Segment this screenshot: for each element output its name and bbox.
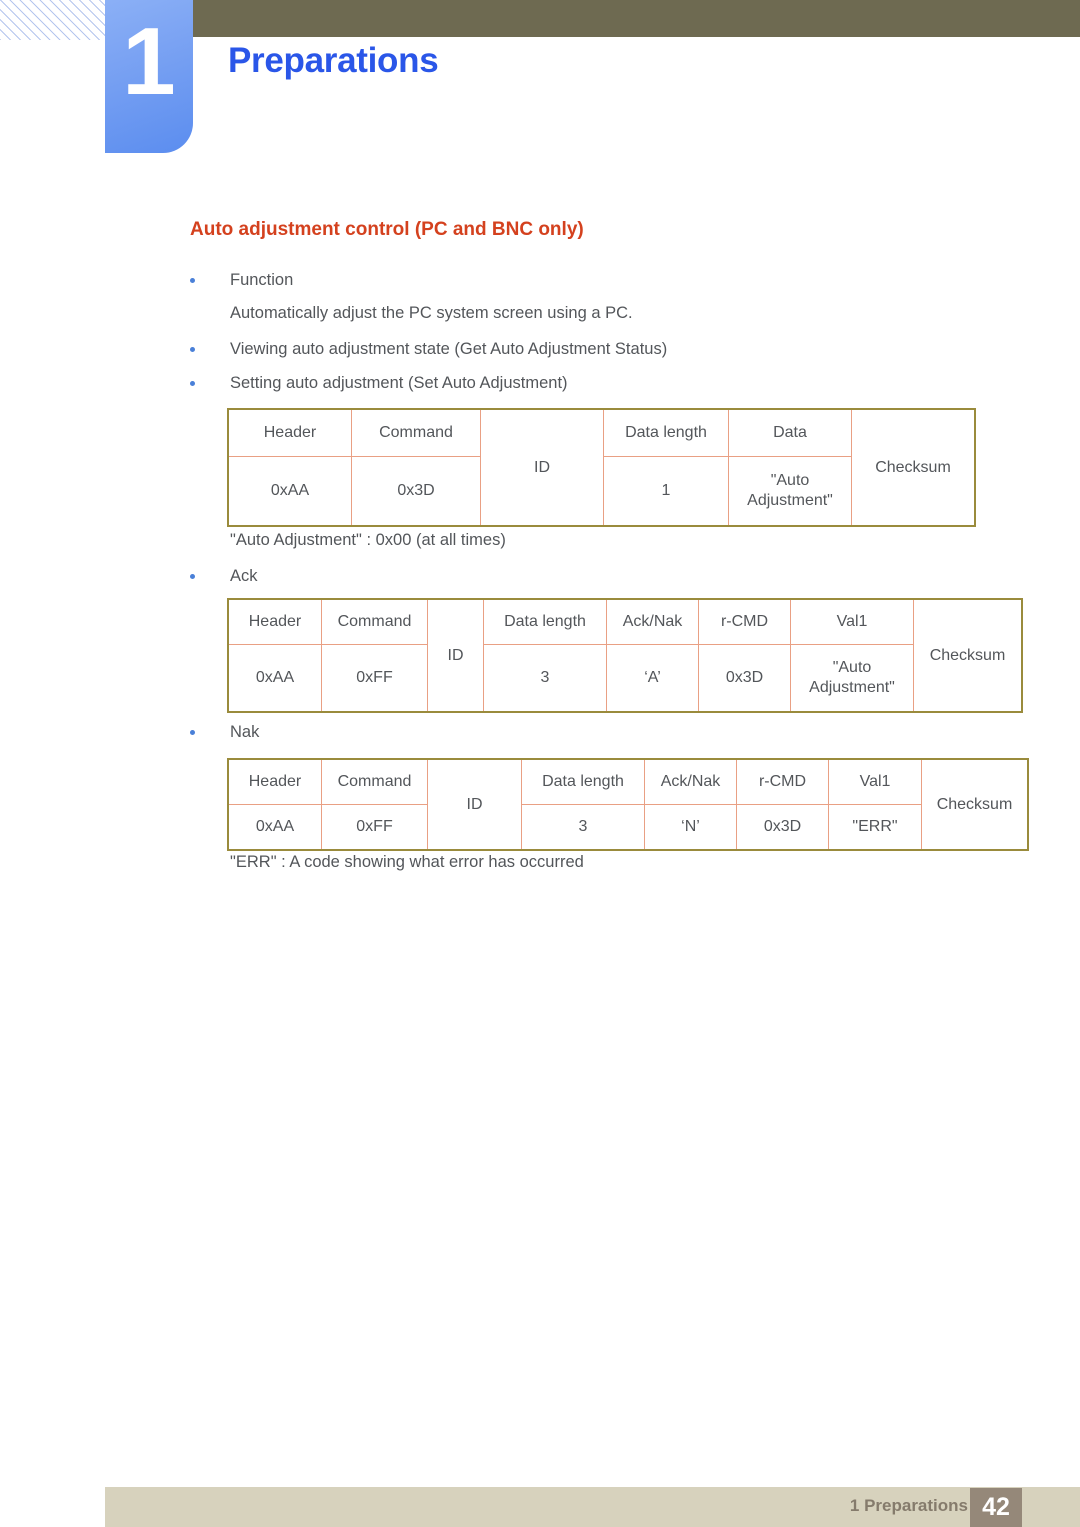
cell-header-ack-nak: Ack/Nak: [606, 598, 699, 645]
bullet-function-label: Function: [230, 271, 294, 289]
cell-header-command: Command: [351, 408, 481, 457]
bullet-nak: Nak: [190, 723, 259, 742]
bullet-ack-label: Ack: [230, 567, 258, 585]
cell-header-header: Header: [227, 758, 322, 805]
cell-header-data-length: Data length: [483, 598, 607, 645]
bullet-nak-label: Nak: [230, 723, 260, 741]
bullet-setting-label: Setting auto adjustment (Set Auto Adjust…: [230, 374, 568, 392]
cell-value-data-line2: Adjustment": [747, 492, 833, 509]
cell-header-command: Command: [321, 758, 428, 805]
cell-header-val1: Val1: [828, 758, 922, 805]
bullet-dot-icon: [190, 730, 195, 735]
table-row: Header Command ID Data length Ack/Nak r-…: [227, 598, 1023, 713]
cell-value-data: "Auto Adjustment": [728, 456, 852, 527]
err-note: "ERR" : A code showing what error has oc…: [230, 853, 584, 871]
cell-header-header: Header: [227, 408, 352, 457]
function-description: Automatically adjust the PC system scree…: [230, 304, 633, 322]
cell-value-val1: "ERR": [828, 804, 922, 851]
section-title: Auto adjustment control (PC and BNC only…: [190, 219, 584, 240]
cell-header-r-cmd: r-CMD: [736, 758, 829, 805]
cell-id: ID: [427, 758, 522, 851]
cell-value-command: 0x3D: [351, 456, 481, 527]
page-number-badge: 42: [970, 1488, 1022, 1527]
cell-value-data-line1: "Auto: [770, 472, 810, 489]
bullet-ack: Ack: [190, 567, 258, 586]
cell-header-header: Header: [227, 598, 322, 645]
table-row: 0xAA 0xFF 3 ‘N’ 0x3D "ERR": [227, 804, 1028, 851]
cell-checksum: Checksum: [851, 408, 976, 527]
table-row: Header Command ID Data length Data Check…: [227, 408, 976, 527]
footer-chapter-label: 1 Preparations: [849, 1496, 968, 1515]
cell-id: ID: [427, 598, 484, 713]
cell-value-header: 0xAA: [227, 644, 322, 713]
page-number: 42: [982, 1493, 1010, 1521]
bullet-dot-icon: [190, 574, 195, 579]
cell-value-val1-line2: Adjustment": [809, 679, 895, 696]
cell-header-data-length: Data length: [603, 408, 729, 457]
cell-value-val1: "Auto Adjustment": [790, 644, 914, 713]
chapter-number: 1: [122, 8, 176, 115]
bullet-setting: Setting auto adjustment (Set Auto Adjust…: [190, 374, 568, 393]
cell-header-command: Command: [321, 598, 428, 645]
cell-value-header: 0xAA: [227, 456, 352, 527]
cell-value-data-length: 3: [521, 804, 645, 851]
cell-value-r-cmd: 0x3D: [698, 644, 791, 713]
auto-adjustment-note: "Auto Adjustment" : 0x00 (at all times): [230, 531, 506, 549]
chapter-number-tab: 1: [105, 0, 193, 153]
cell-value-val1-line1: "Auto: [832, 659, 872, 676]
bullet-viewing-state: Viewing auto adjustment state (Get Auto …: [190, 340, 667, 359]
page-header: 1 Preparations: [0, 0, 1080, 160]
cell-header-r-cmd: r-CMD: [698, 598, 791, 645]
cell-value-command: 0xFF: [321, 804, 428, 851]
chapter-title: Preparations: [228, 41, 439, 80]
table-ack: Header Command ID Data length Ack/Nak r-…: [227, 598, 1023, 713]
hatch-decoration: [0, 0, 106, 40]
cell-header-data: Data: [728, 408, 852, 457]
cell-header-data-length: Data length: [521, 758, 645, 805]
bullet-dot-icon: [190, 278, 195, 283]
cell-value-ack-nak: ‘N’: [644, 804, 737, 851]
table-nak: Header Command ID Data length Ack/Nak r-…: [227, 758, 1029, 851]
cell-value-data-length: 1: [603, 456, 729, 527]
cell-header-val1: Val1: [790, 598, 914, 645]
cell-value-ack-nak: ‘A’: [606, 644, 699, 713]
cell-checksum: Checksum: [913, 598, 1023, 713]
cell-value-header: 0xAA: [227, 804, 322, 851]
cell-value-data-length: 3: [483, 644, 607, 713]
bullet-function: Function: [190, 271, 293, 290]
table-set-command: Header Command ID Data length Data Check…: [227, 408, 976, 527]
table-row: Header Command ID Data length Ack/Nak r-…: [227, 758, 1029, 851]
cell-value-r-cmd: 0x3D: [736, 804, 829, 851]
cell-header-ack-nak: Ack/Nak: [644, 758, 737, 805]
table-row: 0xAA 0xFF 3 ‘A’ 0x3D "Auto Adjustment": [227, 644, 1022, 713]
header-olive-bar: [192, 0, 1080, 37]
bullet-viewing-label: Viewing auto adjustment state (Get Auto …: [230, 340, 668, 358]
cell-value-command: 0xFF: [321, 644, 428, 713]
bullet-dot-icon: [190, 381, 195, 386]
cell-checksum: Checksum: [921, 758, 1029, 851]
cell-id: ID: [480, 408, 604, 527]
bullet-dot-icon: [190, 347, 195, 352]
